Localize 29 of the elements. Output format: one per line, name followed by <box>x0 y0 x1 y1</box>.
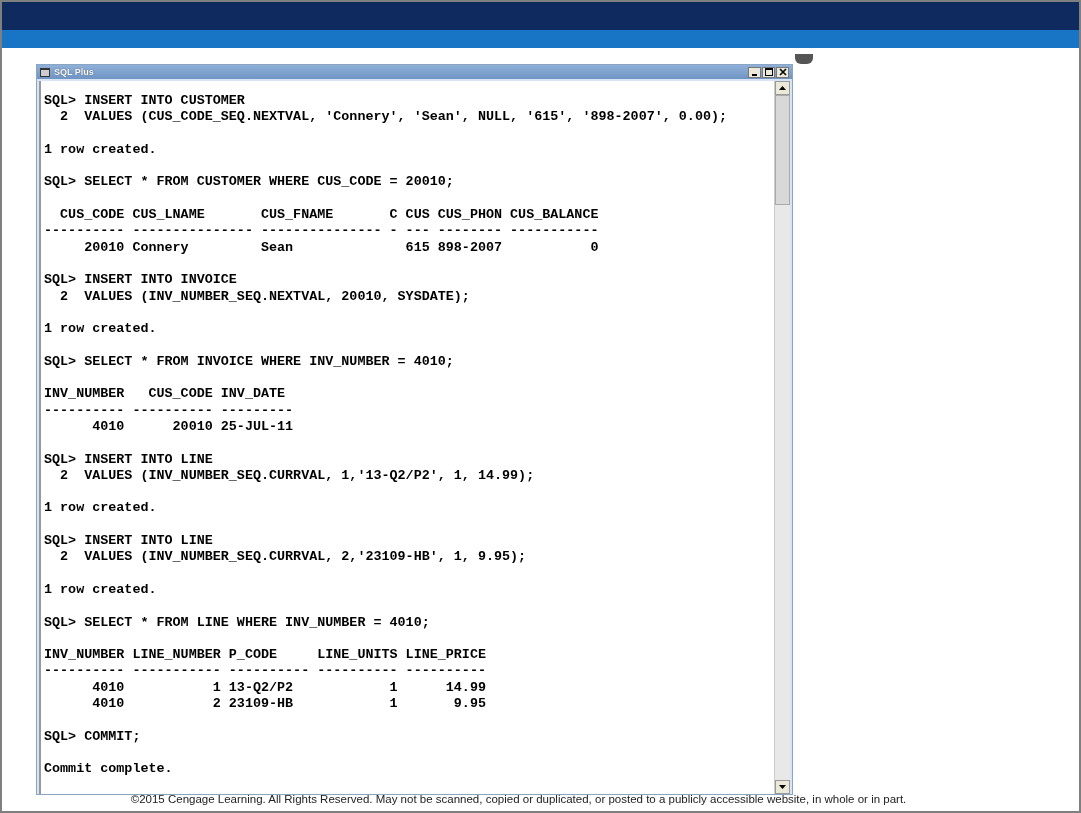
console-line: 4010 2 23109-HB 1 9.95 <box>91 696 487 713</box>
console-line: SQL> INSERT INTO LINE <box>44 451 214 468</box>
console-line: SQL> SELECT * FROM CUSTOMER WHERE CUS_CODE = 20010; <box>44 174 455 191</box>
console-line: 1 row created. <box>44 321 158 338</box>
console-line: SQL> INSERT INTO INVOICE <box>44 272 238 289</box>
console-line: 2 VALUES (INV_NUMBER_SEQ.CURRVAL, 2,'23109-HB', 1, 9.95); <box>59 549 528 566</box>
window-title: SQL Plus <box>54 67 94 77</box>
console-line: SQL> INSERT INTO CUSTOMER <box>44 93 246 110</box>
console-line: 4010 20010 25-JUL-11 <box>91 418 295 436</box>
console-line: Commit complete. <box>44 761 174 778</box>
console-line: SQL> INSERT INTO LINE <box>44 533 214 550</box>
console-line: SQL> SELECT * FROM INVOICE WHERE INV_NUMBER = 4010; <box>44 353 455 371</box>
console-line: 4010 1 13-Q2/P2 1 14.99 <box>91 679 487 696</box>
console-line: 2 VALUES (CUS_CODE_SEQ.NEXTVAL, 'Connery', 'Sean', NULL, '615', '898-2007', 0.00); <box>59 109 729 126</box>
console-line: 2 VALUES (INV_NUMBER_SEQ.NEXTVAL, 20010, SYSDATE); <box>59 288 471 305</box>
console-line: 1 row created. <box>44 581 158 599</box>
console-line: INV_NUMBER CUS_CODE INV_DATE <box>44 386 287 403</box>
console-line: ---------- ---------- --------- <box>44 402 295 419</box>
console-line: 1 row created. <box>44 141 158 159</box>
console-line: SQL> COMMIT; <box>44 728 142 745</box>
console-line: 1 row created. <box>44 500 158 517</box>
copyright-notice: ©2015 Cengage Learning. All Rights Reserved. May not be scanned, copied or duplicated, or posted to a publicly accessible website, in whole or in part. <box>129 793 908 807</box>
console-line: ---------- --------------- --------------- - --- -------- ----------- <box>44 223 600 240</box>
console-line: ---------- ----------- ---------- ---------- ---------- <box>44 663 487 680</box>
console-line: 2 VALUES (INV_NUMBER_SEQ.CURRVAL, 1,'13-Q2/P2', 1, 14.99); <box>59 467 536 485</box>
console-line: CUS_CODE CUS_LNAME CUS_FNAME C CUS CUS_PHON CUS_BALANCE <box>59 207 600 224</box>
console-line: SQL> SELECT * FROM LINE WHERE INV_NUMBER = 4010; <box>44 614 431 631</box>
console-line: 20010 Connery Sean 615 898-2007 0 <box>83 239 600 256</box>
console-line: INV_NUMBER LINE_NUMBER P_CODE LINE_UNITS LINE_PRICE <box>44 647 487 664</box>
